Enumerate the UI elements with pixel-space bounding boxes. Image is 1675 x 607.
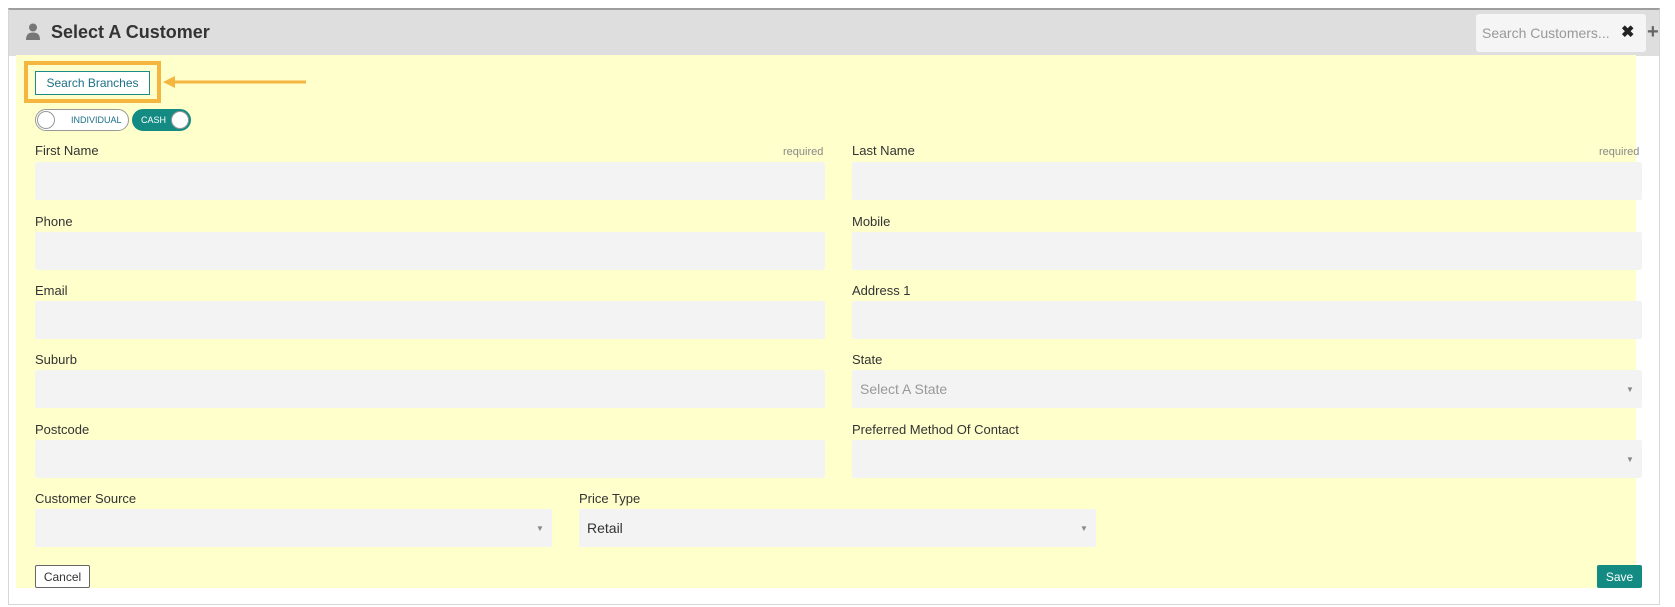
cancel-button[interactable]: Cancel (35, 565, 90, 588)
email-input[interactable] (35, 301, 825, 339)
chevron-down-icon: ▼ (1626, 455, 1634, 464)
chevron-down-icon: ▼ (536, 524, 544, 533)
last-name-required: required (1599, 146, 1640, 158)
individual-toggle-label: INDIVIDUAL (71, 115, 122, 125)
user-icon (25, 23, 41, 40)
page-title: Select A Customer (51, 22, 210, 42)
first-name-required: required (783, 146, 824, 158)
last-name-input[interactable] (852, 162, 1642, 200)
customer-source-select[interactable]: ▼ (35, 509, 552, 547)
preferred-contact-label: Preferred Method Of Contact (852, 422, 1019, 437)
postcode-label: Postcode (35, 422, 90, 437)
close-icon[interactable]: ✖ (1621, 25, 1634, 41)
search-branches-button[interactable]: Search Branches (35, 71, 150, 95)
price-type-value: Retail (587, 520, 623, 536)
plus-icon[interactable]: + (1647, 22, 1659, 42)
chevron-down-icon: ▼ (1080, 524, 1088, 533)
state-select[interactable]: Select A State ▼ (852, 370, 1642, 408)
last-name-label: Last Name (852, 143, 915, 158)
mobile-label: Mobile (852, 214, 891, 229)
panel-header: Select A Customer ✖ + (9, 10, 1659, 56)
price-type-label: Price Type (579, 491, 641, 506)
suburb-label: Suburb (35, 352, 77, 367)
preferred-contact-select[interactable]: ▼ (852, 440, 1642, 478)
state-select-placeholder: Select A State (860, 381, 948, 397)
phone-input[interactable] (35, 232, 825, 270)
first-name-input[interactable] (35, 162, 825, 200)
address1-input[interactable] (852, 301, 1642, 339)
price-type-select[interactable]: Retail ▼ (579, 509, 1096, 547)
toggle-knob (171, 111, 189, 129)
phone-label: Phone (35, 214, 73, 229)
postcode-input[interactable] (35, 440, 825, 478)
email-label: Email (35, 283, 68, 298)
chevron-down-icon: ▼ (1626, 385, 1634, 394)
arrow-left-icon (163, 76, 306, 88)
address1-label: Address 1 (852, 283, 911, 298)
suburb-input[interactable] (35, 370, 825, 408)
individual-toggle[interactable]: INDIVIDUAL (35, 109, 129, 131)
cash-toggle-label: CASH (141, 115, 167, 125)
state-label: State (852, 352, 883, 367)
toggle-knob (37, 111, 55, 129)
mobile-input[interactable] (852, 232, 1642, 270)
customer-source-label: Customer Source (35, 491, 137, 506)
cash-toggle[interactable]: CASH (132, 109, 191, 131)
first-name-label: First Name (35, 143, 99, 158)
save-button[interactable]: Save (1597, 565, 1642, 588)
